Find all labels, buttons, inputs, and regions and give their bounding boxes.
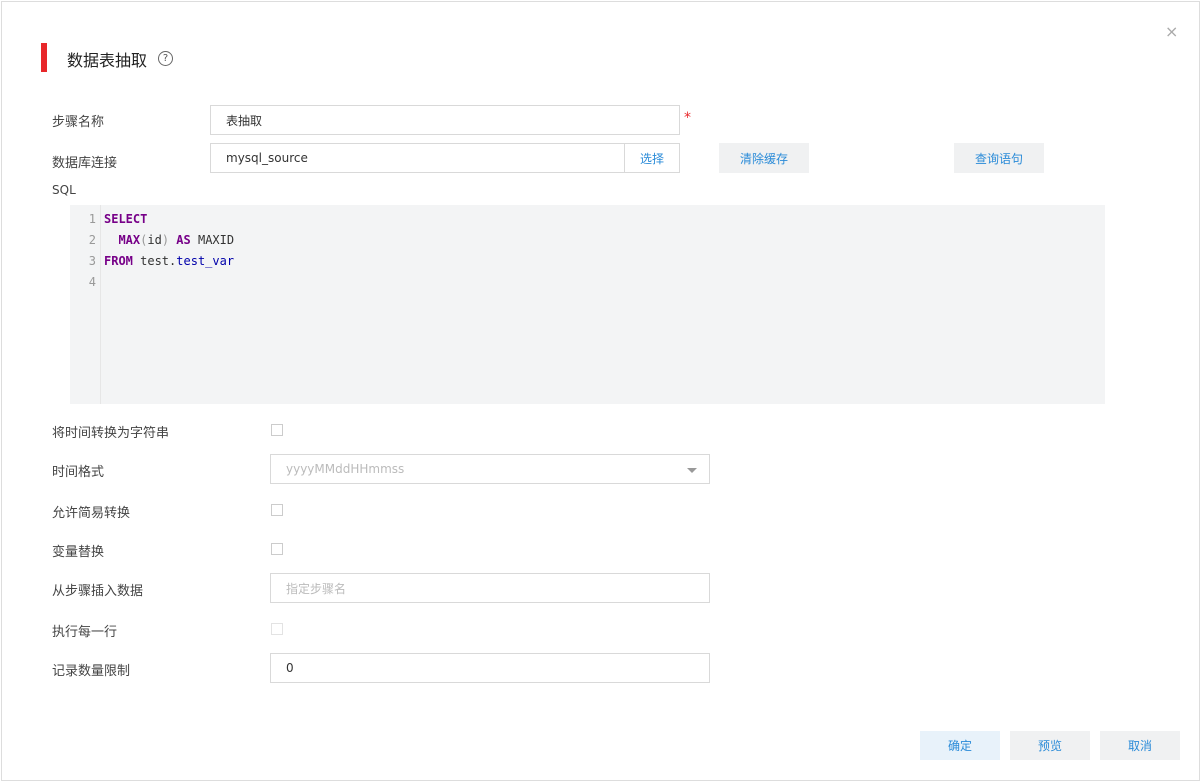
time-format-label: 时间格式 xyxy=(52,465,105,480)
db-select-button[interactable]: 选择 xyxy=(624,143,680,173)
variable-replace-label: 变量替换 xyxy=(52,545,105,560)
execute-each-row-checkbox[interactable] xyxy=(271,623,283,635)
sql-token: SELECT xyxy=(104,212,148,226)
dialog-title: 数据表抽取 xyxy=(67,51,148,70)
variable-replace-checkbox[interactable] xyxy=(271,543,283,555)
time-format-select[interactable]: yyyyMMddHHmmss xyxy=(270,454,710,484)
step-name-label: 步骤名称 xyxy=(52,115,105,130)
sql-token: id xyxy=(147,233,162,247)
time-format-value: yyyyMMddHHmmss xyxy=(286,462,405,476)
sql-line-number: 1 xyxy=(88,212,96,226)
lazy-conversion-checkbox[interactable] xyxy=(271,504,283,516)
sql-code-line: FROM test.test_var xyxy=(104,254,234,268)
sql-code-line: MAX(id) AS MAXID xyxy=(104,233,234,247)
sql-line-number: 2 xyxy=(88,233,96,247)
step-name-input[interactable]: 表抽取 xyxy=(210,105,680,135)
sql-line-number: 4 xyxy=(88,275,96,289)
sql-token: test. xyxy=(132,254,177,268)
sql-token: MAX xyxy=(118,233,141,247)
insert-from-step-input[interactable]: 指定步骤名 xyxy=(270,573,710,603)
title-accent-bar xyxy=(41,43,47,72)
confirm-button[interactable]: 确定 xyxy=(920,731,1000,760)
sql-token: ) xyxy=(161,233,170,247)
sql-label: SQL xyxy=(52,183,76,197)
close-icon[interactable]: × xyxy=(1165,22,1178,41)
insert-from-step-label: 从步骤插入数据 xyxy=(52,584,144,599)
row-limit-label: 记录数量限制 xyxy=(52,664,131,679)
required-mark: * xyxy=(684,110,691,126)
preview-button[interactable]: 预览 xyxy=(1010,731,1090,760)
time-to-string-label: 将时间转换为字符串 xyxy=(52,426,170,441)
execute-each-row-label: 执行每一行 xyxy=(52,625,118,640)
time-to-string-checkbox[interactable] xyxy=(271,424,283,436)
help-icon[interactable]: ? xyxy=(158,51,173,66)
sql-code-line: SELECT xyxy=(104,212,147,226)
db-connection-input[interactable]: mysql_source xyxy=(210,143,625,173)
sql-token: AS xyxy=(176,233,191,247)
query-statement-button[interactable]: 查询语句 xyxy=(954,143,1044,173)
cancel-button[interactable]: 取消 xyxy=(1100,731,1180,760)
clear-cache-button[interactable]: 清除缓存 xyxy=(719,143,809,173)
chevron-down-icon xyxy=(687,468,697,473)
sql-token: FROM xyxy=(104,254,133,268)
row-limit-input[interactable]: 0 xyxy=(270,653,710,683)
sql-editor[interactable]: 1 2 3 4 SELECT MAX(id) AS MAXID FROM test.te… xyxy=(70,205,1105,404)
sql-token: test_var xyxy=(176,254,235,268)
db-connection-label: 数据库连接 xyxy=(52,156,118,171)
sql-token: MAXID xyxy=(190,233,235,247)
sql-line-number: 3 xyxy=(88,254,96,268)
sql-gutter: 1 2 3 4 xyxy=(70,205,101,404)
lazy-conversion-label: 允许简易转换 xyxy=(52,506,131,521)
